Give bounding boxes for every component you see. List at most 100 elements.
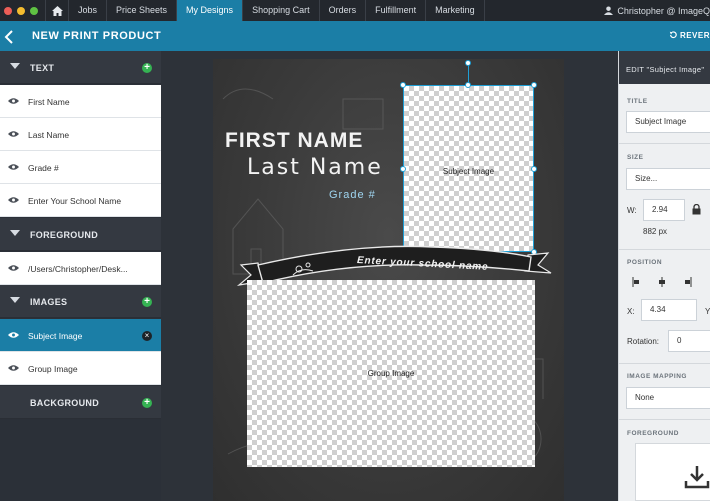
resize-handle-top-right[interactable] (531, 82, 537, 88)
home-icon (51, 5, 63, 16)
tab-marketing[interactable]: Marketing (426, 0, 485, 21)
tab-fulfillment[interactable]: Fulfillment (366, 0, 427, 21)
eye-icon[interactable] (8, 364, 19, 372)
chevron-left-icon (4, 30, 13, 44)
back-button[interactable] (4, 27, 18, 45)
eye-icon[interactable] (8, 130, 19, 138)
width-input[interactable]: 2.94 (643, 199, 685, 221)
tab-price-sheets[interactable]: Price Sheets (107, 0, 178, 21)
title-bar: NEW PRINT PRODUCT REVER (0, 21, 710, 51)
section-label: IMAGES (30, 297, 68, 307)
collapse-triangle-icon (10, 230, 20, 236)
size-label: SIZE (627, 154, 644, 161)
section-background[interactable]: BACKGROUND + (0, 386, 161, 419)
resize-handle-left[interactable] (400, 166, 406, 172)
eye-icon[interactable] (8, 331, 19, 339)
edit-panel-title: EDIT "Subject Image" (626, 65, 705, 74)
title-label: TITLE (627, 98, 648, 105)
user-menu[interactable]: Christopher @ ImageQ (604, 0, 710, 21)
layers-panel: TEXT + First Name Last Name Grade # Ente… (0, 51, 161, 501)
layer-last-name[interactable]: Last Name (0, 118, 161, 151)
user-icon (604, 6, 614, 15)
collapse-triangle-icon (10, 63, 20, 69)
tab-shopping-cart[interactable]: Shopping Cart (243, 0, 320, 21)
section-label: FOREGROUND (30, 230, 98, 240)
add-background-button[interactable]: + (142, 398, 152, 408)
align-left-icon[interactable] (632, 277, 642, 287)
layer-group-image[interactable]: Group Image (0, 352, 161, 385)
close-window-button[interactable] (4, 6, 12, 15)
divider (619, 419, 710, 420)
layer-label: Subject Image (28, 331, 83, 341)
divider (619, 363, 710, 364)
last-name-text[interactable]: Last Name (247, 155, 383, 180)
plus-icon: + (144, 397, 150, 408)
rotate-handle[interactable] (465, 60, 471, 66)
resize-handle-top[interactable] (465, 82, 471, 88)
section-label: BACKGROUND (30, 398, 99, 408)
layer-first-name[interactable]: First Name (0, 85, 161, 118)
width-label: W: (627, 206, 637, 215)
divider (619, 249, 710, 250)
foreground-upload-box[interactable] (635, 443, 710, 501)
chalkboard-background: FIRST NAME Last Name Grade # Subject Ima… (213, 59, 564, 501)
layer-school-name[interactable]: Enter Your School Name (0, 184, 161, 217)
minimize-window-button[interactable] (17, 6, 25, 15)
add-image-button[interactable]: + (142, 297, 152, 307)
align-right-icon[interactable] (682, 277, 692, 287)
layer-label: /Users/Christopher/Desk... (28, 264, 128, 274)
layer-grade[interactable]: Grade # (0, 151, 161, 184)
group-image-label: Group Image (367, 369, 415, 378)
user-name: Christopher @ ImageQ (617, 5, 710, 16)
eye-icon[interactable] (8, 163, 19, 171)
title-input[interactable]: Subject Image (626, 111, 710, 133)
maximize-window-button[interactable] (30, 6, 38, 15)
section-images[interactable]: IMAGES + (0, 285, 161, 318)
first-name-text[interactable]: FIRST NAME (225, 129, 363, 153)
revert-label: REVER (679, 31, 710, 40)
layer-label: Grade # (28, 163, 59, 173)
add-text-button[interactable]: + (142, 63, 152, 73)
remove-layer-button[interactable]: × (142, 331, 152, 341)
section-foreground[interactable]: FOREGROUND (0, 218, 161, 251)
foreground-label: FOREGROUND (627, 430, 679, 437)
rotation-input[interactable]: 0 (668, 330, 710, 352)
section-text[interactable]: TEXT + (0, 51, 161, 84)
eye-icon[interactable] (8, 264, 19, 272)
window-controls (0, 6, 45, 15)
layer-label: Last Name (28, 130, 70, 140)
tab-orders[interactable]: Orders (320, 0, 367, 21)
section-label: TEXT (30, 63, 55, 73)
collapse-triangle-icon (10, 297, 20, 303)
design-canvas[interactable]: FIRST NAME Last Name Grade # Subject Ima… (161, 51, 618, 501)
top-nav: Jobs Price Sheets My Designs Shopping Ca… (0, 0, 710, 21)
layer-label: Enter Your School Name (28, 196, 122, 206)
selection-frame (403, 85, 534, 252)
position-label: POSITION (627, 259, 663, 266)
size-select[interactable]: Size... (626, 168, 710, 190)
grade-text[interactable]: Grade # (329, 189, 376, 201)
layer-subject-image[interactable]: Subject Image × (0, 319, 161, 352)
tab-jobs[interactable]: Jobs (69, 0, 108, 21)
image-mapping-label: IMAGE MAPPING (627, 373, 687, 380)
x-input[interactable]: 4.34 (641, 299, 697, 321)
close-icon: × (144, 331, 150, 340)
lock-icon[interactable] (692, 204, 701, 215)
group-image-placeholder[interactable]: Group Image (247, 280, 535, 467)
eye-icon[interactable] (8, 97, 19, 105)
resize-handle-right[interactable] (531, 166, 537, 172)
image-mapping-select[interactable]: None (626, 387, 710, 409)
align-center-icon[interactable] (657, 277, 667, 287)
tab-my-designs[interactable]: My Designs (177, 0, 244, 21)
home-button[interactable] (45, 0, 69, 21)
rotation-label: Rotation: (627, 337, 660, 346)
plus-icon: + (144, 296, 150, 307)
layer-foreground-file[interactable]: /Users/Christopher/Desk... (0, 252, 161, 285)
width-px-readout: 882 px (643, 227, 668, 236)
page-title: NEW PRINT PRODUCT (32, 30, 162, 42)
revert-button[interactable]: REVER (669, 31, 710, 40)
resize-handle-top-left[interactable] (400, 82, 406, 88)
eye-icon[interactable] (8, 196, 19, 204)
download-icon (684, 466, 710, 489)
edit-panel-header: EDIT "Subject Image" (619, 51, 710, 84)
